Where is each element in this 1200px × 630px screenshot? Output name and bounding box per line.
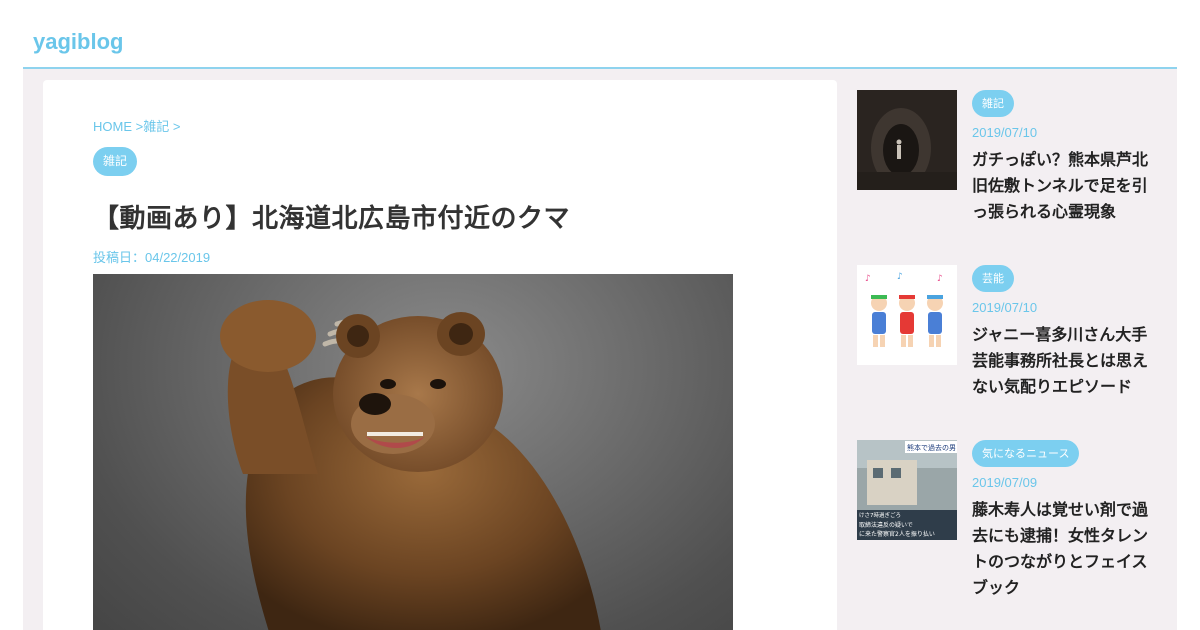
sidebar-post-2[interactable]: ♪ ♪ ♪ 芸能 2019/07/10 ジャニー喜多川さん大手芸能事務所社長とは… xyxy=(857,265,1157,415)
breadcrumb-category[interactable]: 雑記 xyxy=(143,119,169,134)
tunnel-image xyxy=(857,90,957,190)
sidebar-post-date: 2019/07/10 xyxy=(972,300,1038,315)
article-hero-image xyxy=(93,274,733,630)
breadcrumb-separator: > xyxy=(132,119,144,134)
article-card: HOME >雑記 > 雑記 【動画あり】北海道北広島市付近のクマ 投稿日：04/… xyxy=(43,80,837,630)
thumb-caption-line-2: 取締法違反の疑いで xyxy=(859,521,913,529)
sidebar-post-title[interactable]: ガチっぽい？熊本県芦北旧佐敷トンネルで足を引っ張られる心霊現象 xyxy=(972,147,1154,225)
bear-illustration xyxy=(220,300,601,630)
svg-text:♪: ♪ xyxy=(897,272,903,282)
dancers-illustration: ♪ ♪ ♪ xyxy=(857,265,957,365)
post-thumbnail[interactable]: 熊本で過去の男 けさ7時過ぎごろ 取締法違反の疑いで に来た警察官2人を振り払い xyxy=(857,440,957,540)
sidebar-post-title[interactable]: ジャニー喜多川さん大手芸能事務所社長とは思えない気配りエピソード xyxy=(972,322,1154,400)
sidebar-post-3[interactable]: 熊本で過去の男 けさ7時過ぎごろ 取締法違反の疑いで に来た警察官2人を振り払い… xyxy=(857,440,1157,620)
sidebar-post-1[interactable]: 雑記 2019/07/10 ガチっぽい？熊本県芦北旧佐敷トンネルで足を引っ張られ… xyxy=(857,90,1157,240)
sidebar-post-category[interactable]: 芸能 xyxy=(972,265,1014,292)
sidebar-post-category[interactable]: 気になるニュース xyxy=(972,440,1080,467)
post-thumbnail[interactable] xyxy=(857,90,957,190)
article-title: 【動画あり】北海道北広島市付近のクマ xyxy=(93,204,571,234)
site-header: yagiblog xyxy=(0,0,1200,70)
svg-text:♪: ♪ xyxy=(865,274,871,284)
news-screenshot-image: 熊本で過去の男 けさ7時過ぎごろ 取締法違反の疑いで に来た警察官2人を振り払い xyxy=(857,440,957,540)
thumb-caption-line-3: に来た警察官2人を振り払い xyxy=(859,530,935,538)
category-badge[interactable]: 雑記 xyxy=(93,147,138,176)
post-date: 投稿日：04/22/2019 xyxy=(93,250,211,265)
thumb-caption-line-1: けさ7時過ぎごろ xyxy=(859,511,901,519)
breadcrumb: HOME >雑記 > xyxy=(93,116,180,135)
thumb-banner-text: 熊本で過去の男 xyxy=(907,443,956,452)
sidebar-post-category[interactable]: 雑記 xyxy=(972,90,1014,117)
sidebar-post-title[interactable]: 藤木寿人は覚せい剤で過去にも逮捕！女性タレントのつながりとフェイスブック xyxy=(972,497,1154,601)
sidebar-post-date: 2019/07/10 xyxy=(972,125,1038,140)
breadcrumb-separator: > xyxy=(169,119,181,134)
site-logo[interactable]: yagiblog xyxy=(33,29,123,55)
sidebar-post-date: 2019/07/09 xyxy=(972,475,1038,490)
svg-text:♪: ♪ xyxy=(937,274,943,284)
post-thumbnail[interactable]: ♪ ♪ ♪ xyxy=(857,265,957,365)
breadcrumb-home[interactable]: HOME xyxy=(93,119,132,134)
